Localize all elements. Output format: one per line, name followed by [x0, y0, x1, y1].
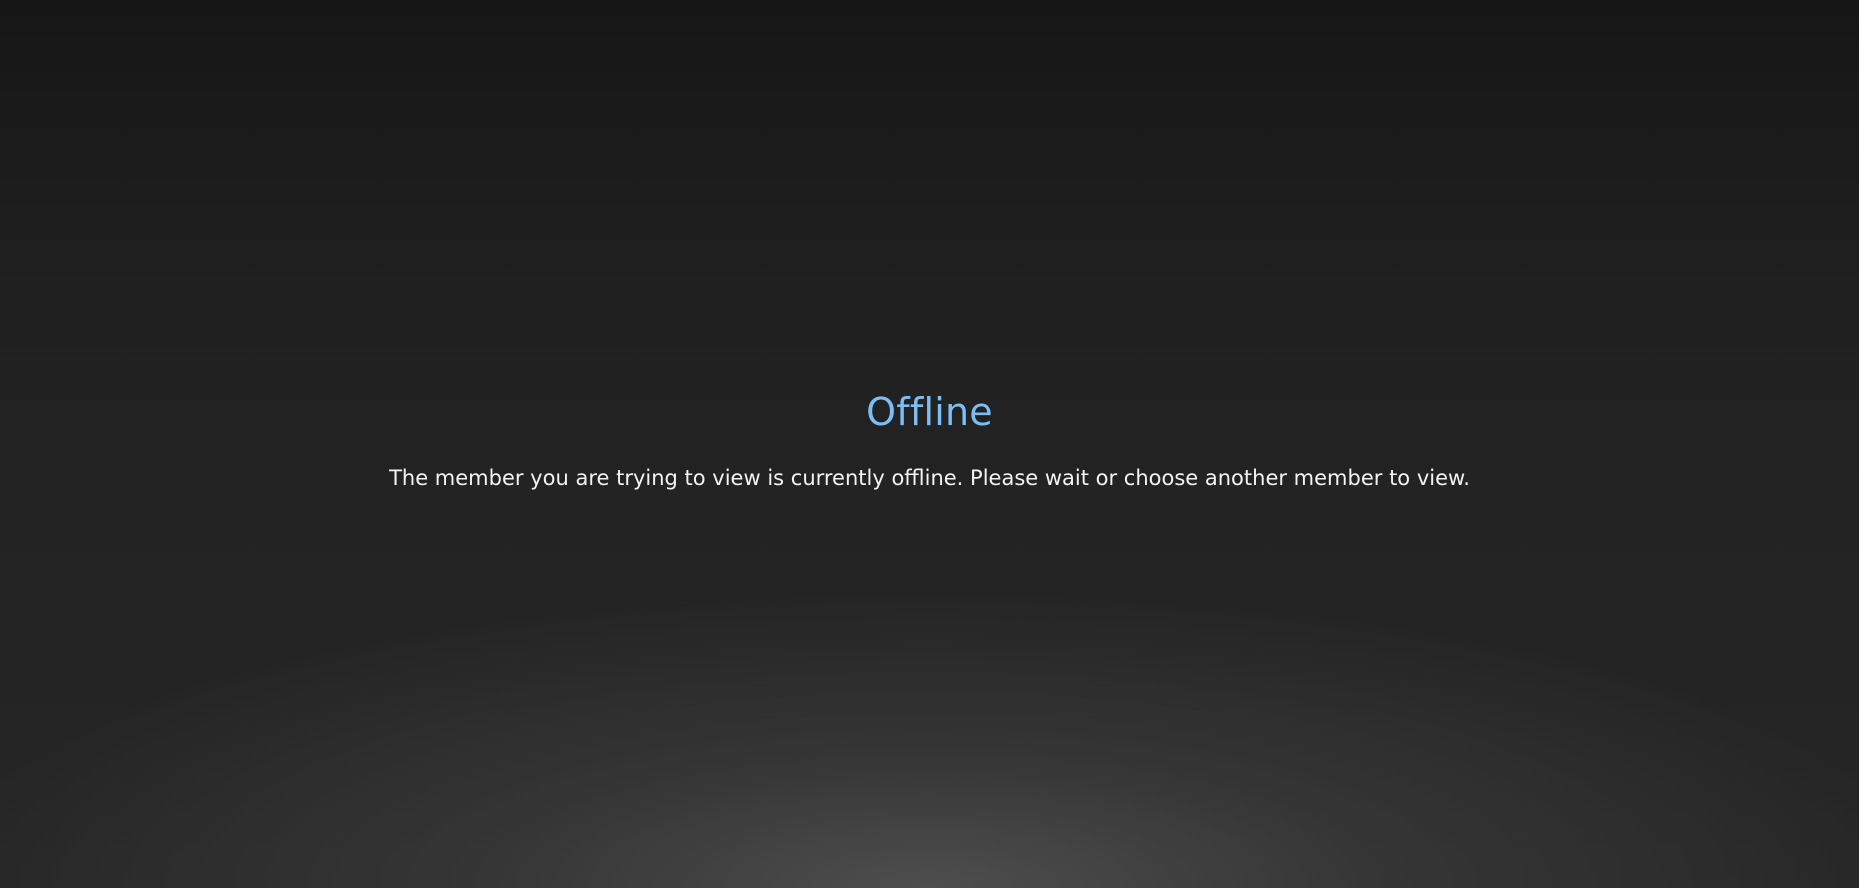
- offline-panel: Offline The member you are trying to vie…: [0, 388, 1859, 493]
- offline-message: The member you are trying to view is cur…: [389, 466, 1470, 490]
- offline-overlay: Offline The member you are trying to vie…: [0, 0, 1859, 888]
- offline-title: Offline: [866, 390, 993, 434]
